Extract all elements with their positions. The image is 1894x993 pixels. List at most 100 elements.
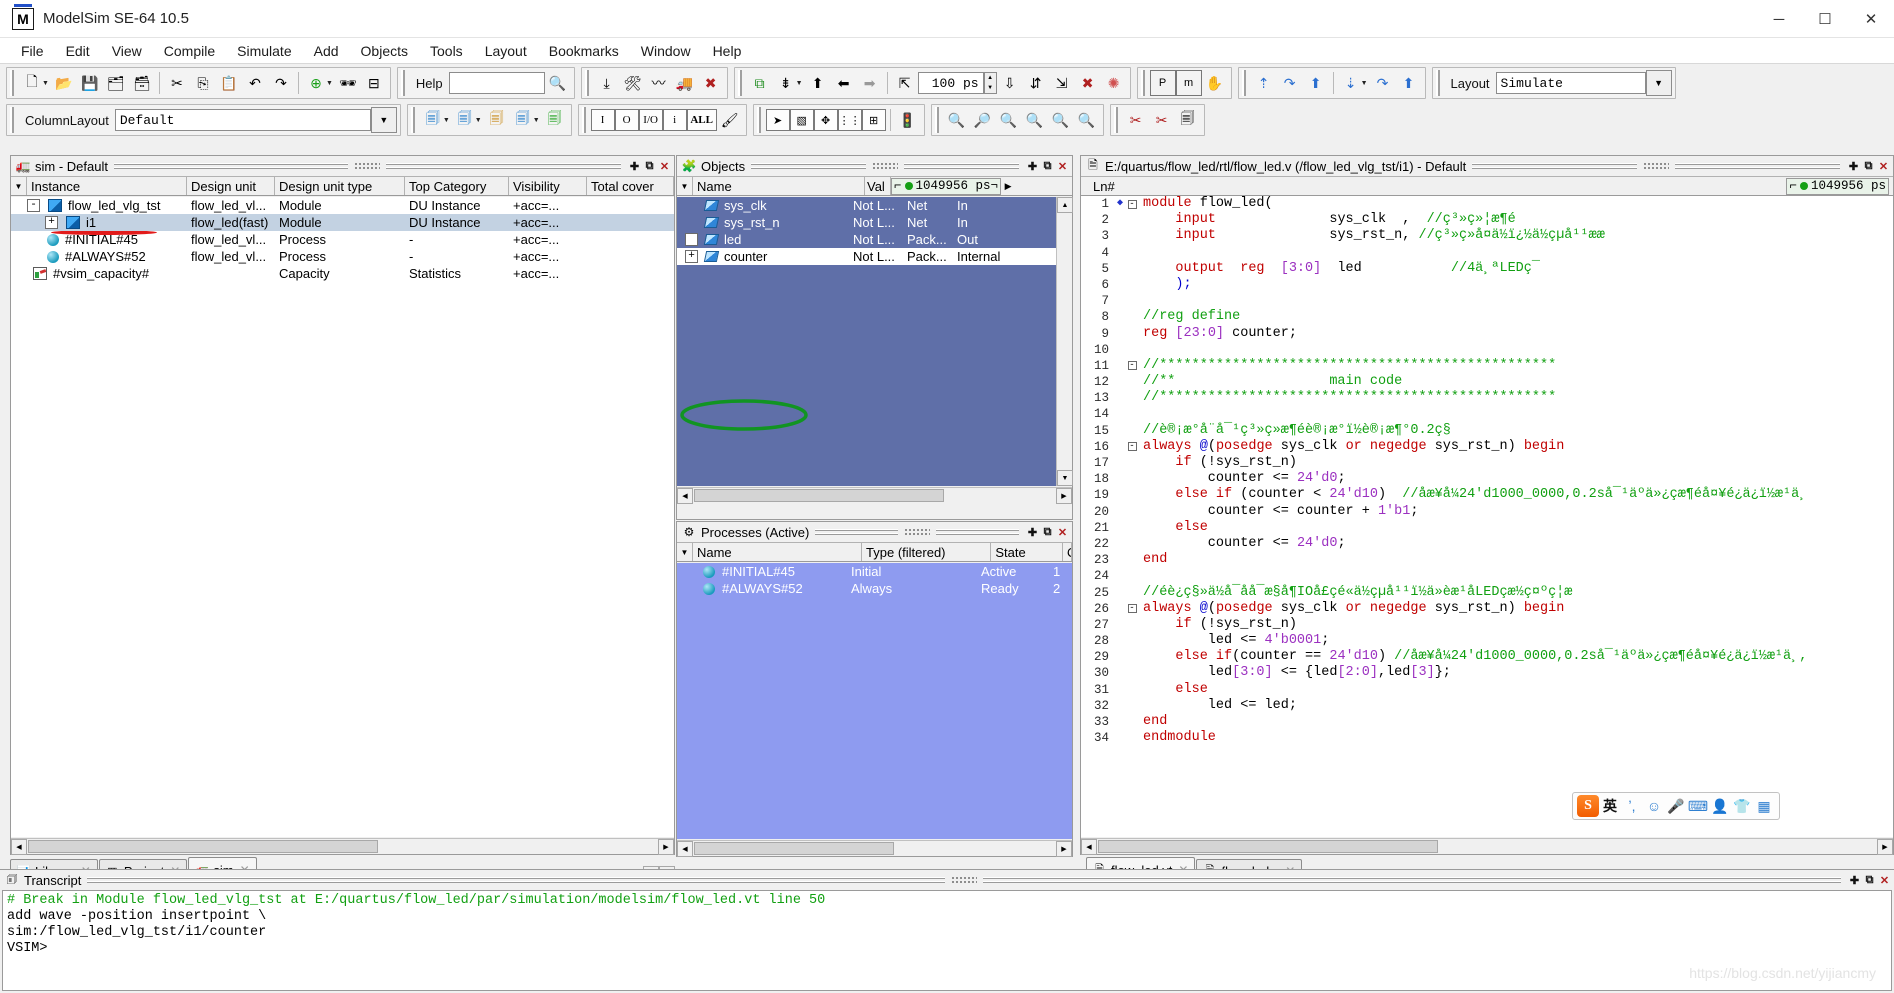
menu-add[interactable]: Add	[303, 41, 350, 61]
code-line[interactable]: 29 else if(counter == 24'd10) //åæ¥å¼24'…	[1081, 649, 1893, 666]
title-grip-dots[interactable]	[354, 161, 381, 171]
find-options-icon[interactable]: ⊟	[361, 70, 387, 96]
code-line[interactable]: 4	[1081, 244, 1893, 261]
copy-icon[interactable]: ⎘	[190, 70, 216, 96]
hand-icon[interactable]: ✋	[1202, 70, 1228, 96]
tree-toggle-icon[interactable]: -	[27, 199, 40, 212]
chevron-down-icon[interactable]: ▼	[1361, 80, 1368, 87]
table-row[interactable]: #vsim_capacity# Capacity Statistics +acc…	[11, 265, 674, 282]
undo-icon[interactable]: ↶	[242, 70, 268, 96]
stepper-down-icon[interactable]: ▼	[985, 83, 996, 93]
emoji-icon[interactable]: ☺	[1643, 795, 1665, 817]
list-item[interactable]: + led Not L... Pack... Out	[677, 231, 1056, 248]
column-design-unit[interactable]: Design unit	[187, 177, 275, 195]
help-input[interactable]	[448, 72, 545, 94]
scroll-right-icon[interactable]: ▶	[1877, 839, 1893, 855]
list-item[interactable]: #ALWAYS#52 Always Ready 2	[677, 580, 1072, 597]
scroll-right-icon[interactable]: ▶	[1056, 841, 1072, 857]
menu-compile[interactable]: Compile	[153, 41, 226, 61]
paste-icon[interactable]: 📋	[216, 70, 242, 96]
menu-window[interactable]: Window	[630, 41, 702, 61]
layout-select[interactable]	[1495, 72, 1646, 94]
edit-wave-icon[interactable]: 🗐	[484, 107, 510, 133]
up-icon[interactable]: ⬆	[1303, 70, 1329, 96]
filter-out-button[interactable]: O	[614, 109, 639, 131]
columnlayout-dropdown-icon[interactable]: ▼	[370, 107, 397, 133]
minimize-button[interactable]: ─	[1756, 0, 1802, 38]
sim-horizontal-scrollbar[interactable]: ◀ ▶	[11, 838, 674, 855]
code-line[interactable]: 17 if (!sys_rst_n)	[1081, 455, 1893, 472]
table-row[interactable]: #INITIAL#45 flow_led_vl... Process - +ac…	[11, 231, 674, 248]
break-icon[interactable]: ✺	[1101, 70, 1127, 96]
step-into-icon[interactable]: ⇩	[997, 70, 1023, 96]
menu-layout[interactable]: Layout	[474, 41, 538, 61]
transcript-prompt[interactable]: VSIM>	[7, 941, 1887, 957]
tree-toggle-icon[interactable]: +	[685, 250, 698, 263]
apps-icon[interactable]: ▦	[1753, 795, 1775, 817]
undock-panel-button[interactable]: ⧉	[1040, 525, 1055, 540]
step-out-icon[interactable]: ⇲	[1049, 70, 1075, 96]
zoom-select-icon[interactable]: ▧	[789, 109, 814, 131]
code-line[interactable]: 3 input sys_rst_n, //ç³»ç»å¤ä½ï¿½ä½çµå¹¹…	[1081, 228, 1893, 245]
title-grip-dots[interactable]	[1643, 161, 1670, 171]
objects-vertical-scrollbar[interactable]: ▲ ▼	[1056, 197, 1073, 486]
sort-indicator-icon[interactable]: ▼	[677, 543, 693, 561]
title-grip-dots[interactable]	[951, 875, 978, 885]
code-line[interactable]: 7	[1081, 293, 1893, 310]
compile-all-icon[interactable]: 🗃	[129, 70, 155, 96]
chevron-down-icon[interactable]: ▼	[326, 80, 333, 87]
fold-toggle-icon[interactable]: -	[1125, 361, 1139, 371]
editor-horizontal-scrollbar[interactable]: ◀ ▶	[1081, 838, 1893, 855]
prev-transition-icon[interactable]: ✂	[1123, 107, 1149, 133]
column-type-filtered[interactable]: Type (filtered)	[862, 543, 992, 561]
title-grip-dots[interactable]	[872, 161, 899, 171]
cut-icon[interactable]: ✂	[164, 70, 190, 96]
ime-mode-label[interactable]: 英	[1599, 795, 1621, 817]
code-line[interactable]: 13 //************************************…	[1081, 390, 1893, 407]
scroll-down-icon[interactable]: ▼	[1057, 470, 1073, 486]
toolbar-gripper[interactable]	[584, 70, 592, 96]
goto-cursor-icon[interactable]: ↷	[1370, 70, 1396, 96]
scroll-left-icon[interactable]: ◀	[677, 841, 693, 857]
code-line[interactable]: 12 //** main code	[1081, 374, 1893, 391]
code-line[interactable]: 16- always @(posedge sys_clk or negedge s…	[1081, 438, 1893, 456]
toolbar-gripper[interactable]	[10, 107, 17, 133]
measure-icon[interactable]: ⋮⋮	[837, 109, 862, 131]
ime-toolbar[interactable]: S 英 ʼ, ☺ 🎤 ⌨ 👤 👕 ▦	[1572, 792, 1780, 820]
table-row[interactable]: + i1 flow_led(fast) Module DU Instance +…	[11, 214, 674, 231]
objects-panel-title-bar[interactable]: 🧩 Objects ✚ ⧉ ✕	[677, 156, 1072, 176]
comma-icon[interactable]: ʼ,	[1621, 795, 1643, 817]
chevron-down-icon[interactable]: ▼	[475, 117, 482, 124]
code-line[interactable]: 27 if (!sys_rst_n)	[1081, 616, 1893, 634]
toolbar-gripper[interactable]	[934, 107, 942, 133]
maximize-panel-button[interactable]: ✚	[627, 159, 642, 174]
step-back-icon[interactable]: ⬅	[831, 70, 857, 96]
scrollbar-thumb[interactable]	[694, 489, 944, 502]
code-line[interactable]: 15 //è®¡æ°å¨å¯¹ç³»ç»æ¶éè®¡æ°ï½è®¡æ¶°0.2ç§	[1081, 422, 1893, 439]
code-line[interactable]: 30 led[3:0] <= {led[2:0],led[3]};	[1081, 665, 1893, 682]
zoom-out-icon[interactable]: 🔎	[970, 107, 996, 133]
code-line[interactable]: 14	[1081, 406, 1893, 423]
code-line[interactable]: 2 input sys_clk , //ç³»ç»¦æ¶é	[1081, 212, 1893, 229]
undock-panel-button[interactable]: ⧉	[642, 159, 657, 174]
end-sim-icon[interactable]: ✖	[698, 70, 724, 96]
maximize-panel-button[interactable]: ✚	[1846, 159, 1861, 174]
find-icon[interactable]: 🕶	[335, 70, 361, 96]
toolbar-gripper[interactable]	[1435, 70, 1443, 96]
column-total-coverage[interactable]: Total cover	[587, 177, 674, 195]
run-length-input[interactable]	[917, 72, 984, 94]
code-viewport[interactable]: 1 ◆ - module flow_led(2 input sys_clk , //ç…	[1081, 196, 1893, 837]
processes-panel-title-bar[interactable]: ⚙ Processes (Active) ✚ ⧉ ✕	[677, 522, 1072, 542]
keyboard-icon[interactable]: ⌨	[1687, 795, 1709, 817]
profile-m-icon[interactable]: m	[1175, 70, 1202, 96]
load-design-icon[interactable]: ⤓	[594, 70, 620, 96]
chevron-down-icon[interactable]: ▼	[443, 117, 450, 124]
zoom-last-icon[interactable]: 🔍	[1074, 107, 1100, 133]
step-over-icon[interactable]: ⇵	[1023, 70, 1049, 96]
close-panel-button[interactable]: ✕	[1055, 159, 1070, 174]
restart-icon[interactable]: 🚚	[672, 70, 698, 96]
code-line[interactable]: 26- always @(posedge sys_clk or negedge s…	[1081, 600, 1893, 617]
undock-panel-button[interactable]: ⧉	[1861, 159, 1876, 174]
toolbar-gripper[interactable]	[581, 107, 589, 133]
toolbar-gripper[interactable]	[737, 70, 745, 96]
